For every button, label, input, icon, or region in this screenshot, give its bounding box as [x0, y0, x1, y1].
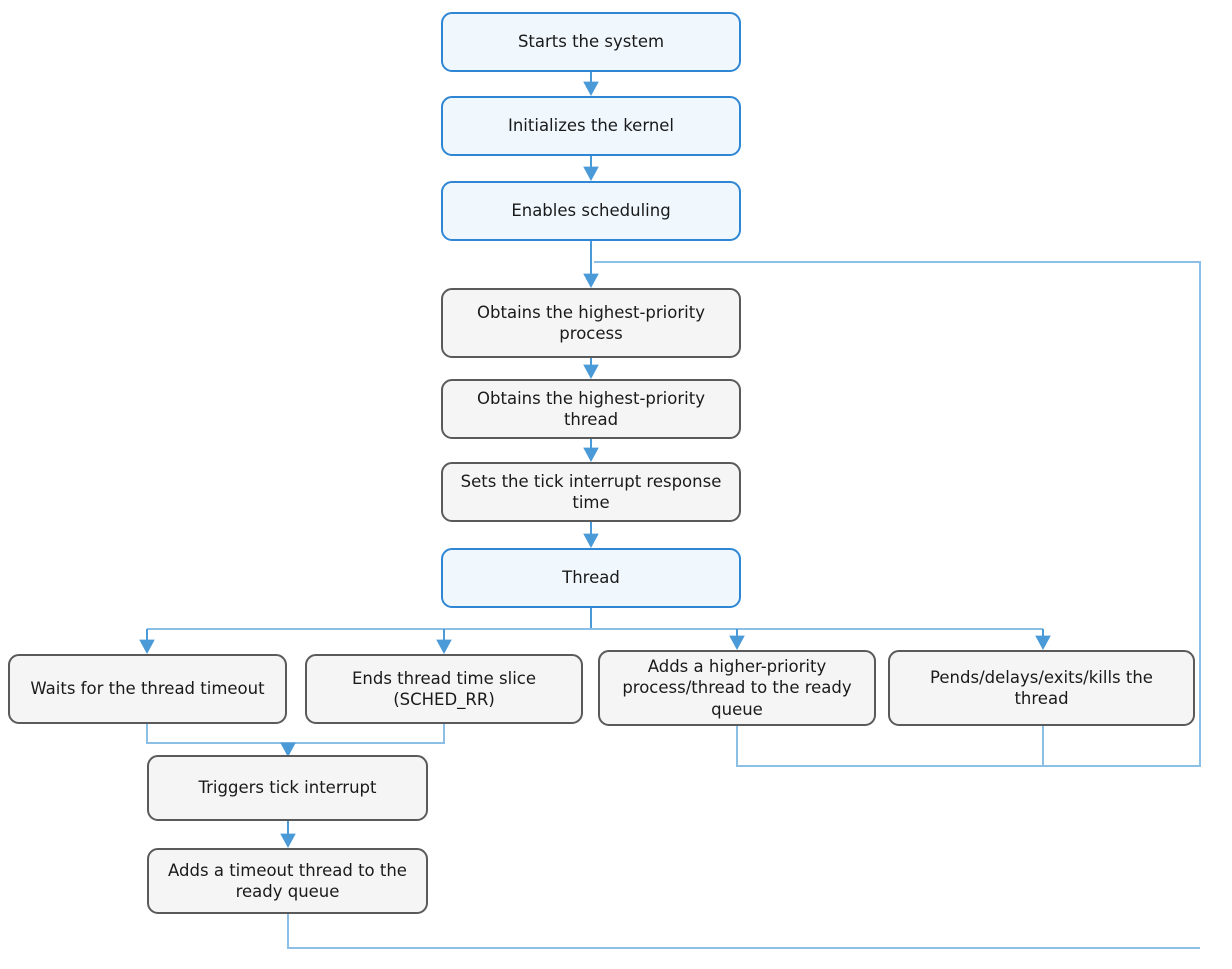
node-label: Ends thread time slice (SCHED_RR): [351, 668, 537, 709]
node-triggers-tick-interrupt[interactable]: Triggers tick interrupt: [147, 755, 428, 821]
node-label: Starts the system: [517, 32, 665, 52]
flowchart-canvas: Starts the system Initializes the kernel…: [0, 0, 1232, 969]
node-label: Enables scheduling: [511, 201, 671, 221]
edge-feedback-bottom: [287, 914, 1200, 949]
node-label: Thread: [562, 568, 620, 588]
node-label: Adds a timeout thread to the ready queue: [168, 860, 407, 901]
node-label: Adds a higher-priority process/thread to…: [622, 657, 852, 719]
node-waits-for-the-thread-timeout[interactable]: Waits for the thread timeout: [8, 654, 287, 724]
node-obtains-the-highest-priority-thread[interactable]: Obtains the highest-priority thread: [441, 379, 741, 439]
edge-thread-branch-drops: [139, 629, 1051, 654]
edge-merge-bus: [146, 724, 445, 744]
node-label: Triggers tick interrupt: [198, 778, 377, 798]
node-obtains-the-highest-priority-process[interactable]: Obtains the highest-priority process: [441, 288, 741, 358]
node-pends-delays-exits-kills-the-thread[interactable]: Pends/delays/exits/kills the thread: [888, 650, 1195, 726]
node-enables-scheduling[interactable]: Enables scheduling: [441, 181, 741, 241]
node-label: Sets the tick interrupt response time: [460, 471, 722, 512]
node-label: Initializes the kernel: [507, 116, 675, 136]
edge-thread-branch-bus: [147, 608, 1043, 630]
node-initializes-the-kernel[interactable]: Initializes the kernel: [441, 96, 741, 156]
node-adds-a-timeout-thread-to-the-ready-queue[interactable]: Adds a timeout thread to the ready queue: [147, 848, 428, 914]
node-sets-the-tick-interrupt-response-time[interactable]: Sets the tick interrupt response time: [441, 462, 741, 522]
node-label: Obtains the highest-priority process: [477, 302, 705, 343]
node-ends-thread-time-slice[interactable]: Ends thread time slice (SCHED_RR): [305, 654, 583, 724]
node-label: Obtains the highest-priority thread: [477, 388, 705, 429]
node-adds-a-higher-priority-process-thread-to-the-ready-queue[interactable]: Adds a higher-priority process/thread to…: [598, 650, 876, 726]
node-label: Waits for the thread timeout: [30, 679, 265, 699]
node-label: Pends/delays/exits/kills the thread: [930, 667, 1153, 708]
node-starts-the-system[interactable]: Starts the system: [441, 12, 741, 72]
node-thread[interactable]: Thread: [441, 548, 741, 608]
